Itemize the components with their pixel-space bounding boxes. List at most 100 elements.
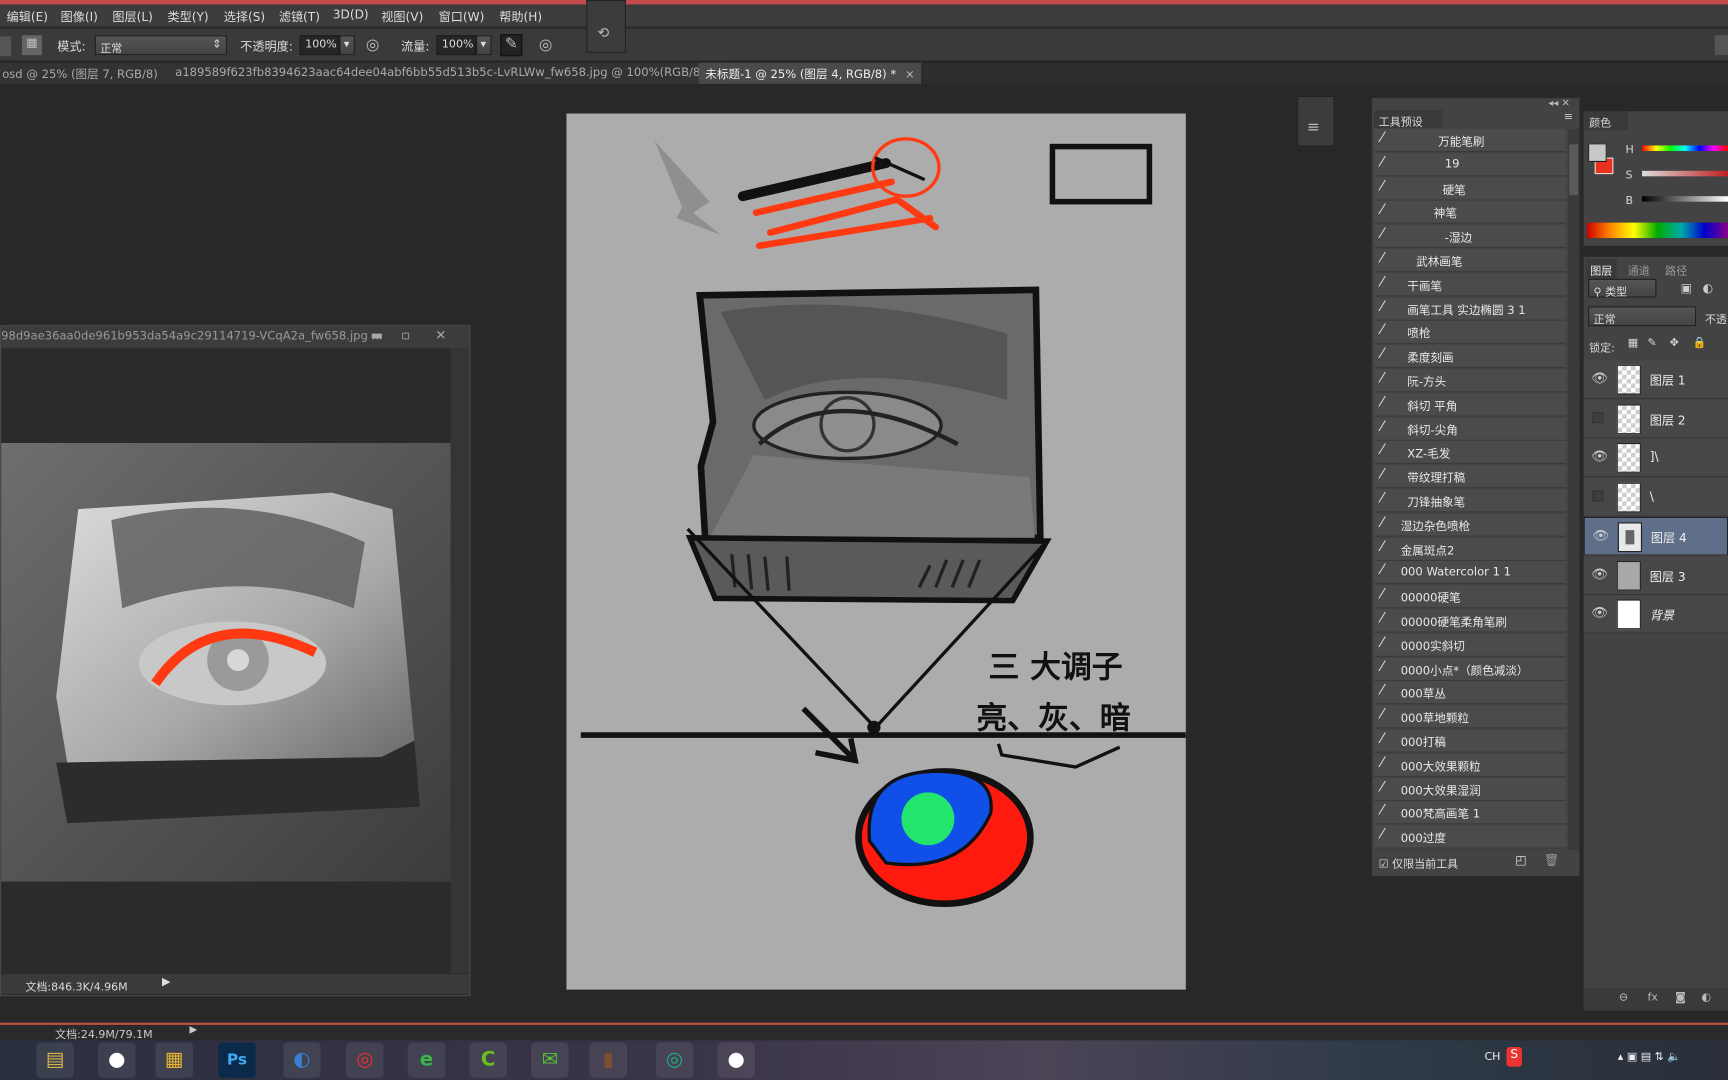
- panel-collapse-icon[interactable]: ◂◂ ✕: [1548, 98, 1569, 109]
- workspace-button[interactable]: [1714, 35, 1728, 56]
- preset-item[interactable]: ⁄ 神笔: [1374, 201, 1566, 225]
- sogou-ime-icon[interactable]: S: [1506, 1046, 1522, 1067]
- preset-item[interactable]: ⁄ 00000硬笔: [1374, 585, 1566, 609]
- brush-settings-icon[interactable]: ≡: [1307, 119, 1320, 137]
- menu-filter[interactable]: 滤镜(T): [279, 8, 320, 26]
- tab-paths[interactable]: 路径: [1665, 261, 1687, 278]
- new-preset-icon[interactable]: ◰: [1515, 853, 1526, 867]
- current-tool-only-checkbox[interactable]: ☑ 仅限当前工具: [1379, 854, 1459, 870]
- menu-3d[interactable]: 3D(D): [333, 8, 369, 22]
- preset-item[interactable]: ⁄ -湿边: [1374, 225, 1566, 249]
- notepad-icon[interactable]: ▦: [155, 1042, 193, 1078]
- minimize-button[interactable]: ▬: [363, 327, 392, 347]
- preset-item[interactable]: ⁄ XZ-毛发: [1374, 441, 1566, 465]
- qq-2-icon[interactable]: ●: [717, 1042, 755, 1078]
- preset-item[interactable]: ⁄ 000大效果颗粒: [1374, 753, 1566, 777]
- layer-row[interactable]: \: [1583, 477, 1728, 517]
- tab-untitled-1[interactable]: 未标题-1 @ 25% (图层 4, RGB/8) * ×: [698, 62, 923, 84]
- preset-item[interactable]: ⁄ 柔度刻画: [1374, 345, 1566, 369]
- tab-channels[interactable]: 通道: [1628, 261, 1650, 278]
- saturation-slider[interactable]: [1642, 170, 1728, 177]
- netease-music-icon[interactable]: ◎: [346, 1042, 384, 1078]
- camtasia-icon[interactable]: C: [469, 1042, 507, 1078]
- tab-reference-jpg[interactable]: a189589f623fb8394623aac64dee04abf6bb55d5…: [168, 62, 732, 84]
- lock-paint-icon[interactable]: ✎: [1648, 337, 1657, 349]
- preset-scrollbar[interactable]: [1568, 128, 1580, 850]
- add-mask-icon[interactable]: ◙: [1675, 992, 1686, 1004]
- layer-row[interactable]: 👁 图层 3: [1583, 555, 1728, 595]
- foreground-color-swatch[interactable]: [1588, 143, 1607, 162]
- preset-item[interactable]: ⁄ 湿边杂色喷枪: [1374, 513, 1566, 537]
- layer-row[interactable]: 👁 背景: [1583, 595, 1728, 634]
- menu-select[interactable]: 选择(S): [224, 8, 265, 26]
- vertical-scrollbar[interactable]: [450, 348, 470, 974]
- preset-item[interactable]: ⁄ 000大效果湿润: [1374, 777, 1566, 801]
- panel-menu-icon[interactable]: ≡: [1564, 111, 1573, 123]
- close-button[interactable]: ✕: [426, 327, 455, 347]
- menu-type[interactable]: 类型(Y): [168, 8, 209, 26]
- layer-row[interactable]: 👁 图层 1: [1583, 360, 1728, 399]
- preset-item[interactable]: ⁄ 19: [1374, 152, 1566, 177]
- hue-slider[interactable]: [1642, 145, 1728, 151]
- filter-adjustment-icon[interactable]: ◐: [1703, 281, 1714, 295]
- flow-dropdown[interactable]: ▾: [476, 35, 492, 56]
- tab-close-icon[interactable]: ×: [905, 68, 915, 81]
- preset-item[interactable]: ⁄ 斜切-尖角: [1374, 417, 1566, 441]
- blend-mode-select[interactable]: 正常: [1588, 306, 1697, 327]
- mode-select[interactable]: 正常 ⇕: [94, 35, 228, 56]
- eye-icon[interactable]: 👁: [1591, 370, 1608, 385]
- eye-icon[interactable]: 👁: [1591, 566, 1608, 581]
- status-menu-arrow-icon[interactable]: ▶: [162, 976, 170, 988]
- iqiyi-icon[interactable]: ◎: [655, 1042, 694, 1078]
- adjustment-layer-icon[interactable]: ◐: [1702, 992, 1712, 1004]
- layer-row[interactable]: 👁]\: [1583, 438, 1728, 478]
- photoshop-icon[interactable]: Ps: [218, 1042, 256, 1078]
- tray-icons[interactable]: ▴ ▣ ▤ ⇅ 🔈: [1618, 1051, 1681, 1063]
- file-explorer-icon[interactable]: ▤: [36, 1042, 74, 1078]
- flow-input[interactable]: 100%: [436, 35, 477, 56]
- visibility-toggle[interactable]: [1592, 489, 1604, 501]
- tab-osd[interactable]: osd @ 25% (图层 7, RGB/8)×: [0, 62, 185, 84]
- preset-item[interactable]: ⁄ 000 Watercolor 1 1: [1374, 561, 1566, 585]
- layer-row[interactable]: 图层 2: [1583, 399, 1728, 439]
- pressure-size-icon[interactable]: ◎: [539, 36, 552, 54]
- browser-icon[interactable]: ◐: [283, 1042, 321, 1078]
- image-viewer-icon[interactable]: ▮: [589, 1042, 628, 1078]
- eye-icon[interactable]: 👁: [1591, 605, 1608, 620]
- lock-move-icon[interactable]: ✥: [1670, 337, 1679, 349]
- preset-item[interactable]: ⁄ 0000小点*（颜色减淡）: [1374, 657, 1566, 681]
- preset-item[interactable]: ⁄ 000草丛: [1374, 681, 1566, 705]
- opacity-input[interactable]: 100%: [299, 35, 340, 56]
- lock-transparency-icon[interactable]: ▦: [1628, 337, 1638, 349]
- history-brush-icon[interactable]: ⟲: [597, 25, 609, 42]
- preset-item[interactable]: ⁄ 斜切 平角: [1374, 393, 1566, 417]
- trash-icon[interactable]: 🗑: [1544, 853, 1559, 867]
- preset-item[interactable]: ⁄ 硬笔: [1374, 176, 1566, 201]
- tab-color[interactable]: 颜色: [1583, 111, 1628, 131]
- brush-panel-toggle-icon[interactable]: ▦: [22, 35, 42, 56]
- lock-all-icon[interactable]: 🔒: [1693, 337, 1707, 349]
- preset-item[interactable]: ⁄ 00000硬笔柔角笔刷: [1374, 609, 1566, 633]
- link-layers-icon[interactable]: ⊖: [1619, 992, 1628, 1004]
- preset-item[interactable]: ⁄ 000过度: [1374, 825, 1566, 849]
- preset-item[interactable]: ⁄ 000梵高画笔 1: [1374, 801, 1566, 825]
- qq-icon[interactable]: ●: [98, 1042, 136, 1078]
- status-menu-arrow-icon[interactable]: ▶: [190, 1025, 198, 1036]
- menu-help[interactable]: 帮助(H): [499, 8, 542, 26]
- preset-item[interactable]: ⁄ 带纹理打稿: [1374, 465, 1566, 489]
- preset-item[interactable]: ⁄ 金属斑点2: [1374, 537, 1566, 561]
- airbrush-icon[interactable]: ✎: [500, 34, 523, 57]
- fx-icon[interactable]: fx: [1648, 992, 1658, 1004]
- preset-item[interactable]: ⁄ 阮-方头: [1374, 369, 1566, 393]
- color-spectrum-ramp[interactable]: [1586, 222, 1728, 239]
- opacity-dropdown[interactable]: ▾: [339, 35, 355, 56]
- layer-filter-select[interactable]: ⚲ 类型: [1588, 278, 1657, 299]
- preset-item[interactable]: ⁄ 000打稿: [1374, 729, 1566, 753]
- eye-icon[interactable]: 👁: [1591, 449, 1608, 464]
- maximize-button[interactable]: ▫: [391, 327, 420, 347]
- visibility-toggle[interactable]: [1592, 411, 1604, 423]
- menu-window[interactable]: 窗口(W): [439, 8, 485, 26]
- menu-image[interactable]: 图像(I): [61, 8, 98, 26]
- preset-item[interactable]: ⁄ 0000实斜切: [1374, 633, 1566, 657]
- pressure-opacity-icon[interactable]: ◎: [366, 36, 379, 54]
